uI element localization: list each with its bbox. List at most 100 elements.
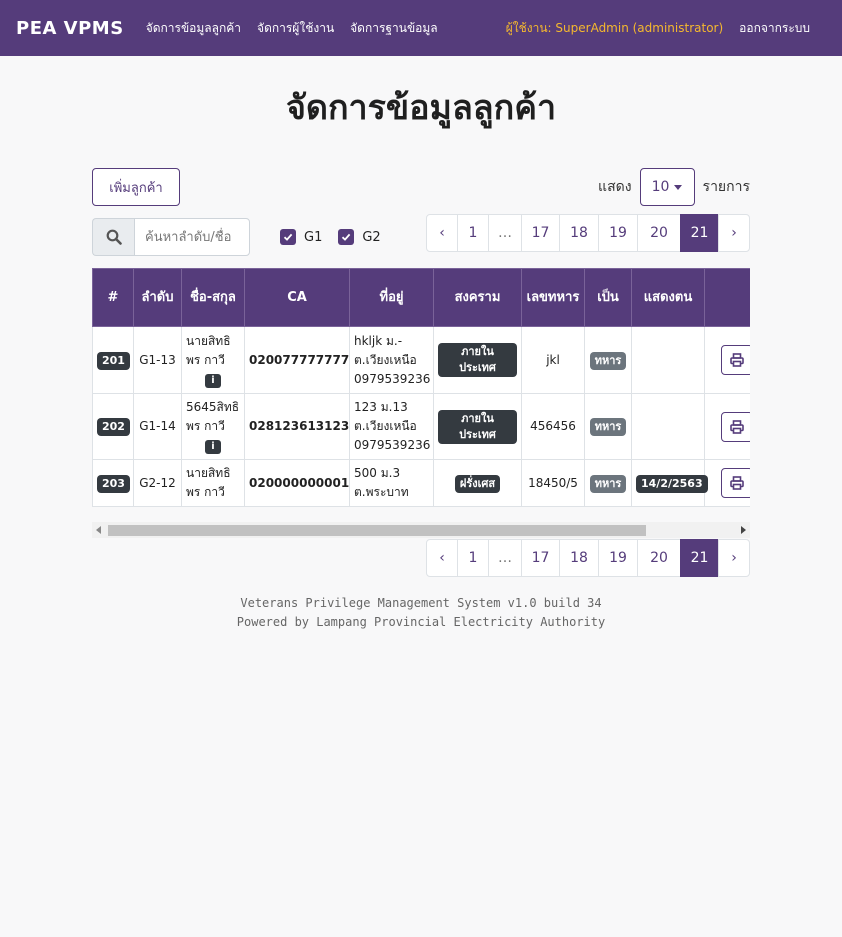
page-ellipsis: … <box>488 214 522 252</box>
show-label: แสดง <box>598 179 632 195</box>
page-size-select[interactable]: 10 <box>639 168 695 206</box>
row-type-badge: ทหาร <box>589 418 627 436</box>
row-name: นายสิทธิพร กาวี <box>181 459 245 507</box>
filter-g2[interactable]: G2 <box>338 229 381 245</box>
row-name: นายสิทธิพร กาวี <box>186 333 231 367</box>
page-18[interactable]: 18 <box>559 539 599 577</box>
page-20[interactable]: 20 <box>637 539 681 577</box>
col-header-name[interactable]: ชื่อ-สกุล <box>181 268 245 327</box>
col-header-soldier-no[interactable]: เลขทหาร <box>521 268 585 327</box>
page-title: จัดการข้อมูลลูกค้า <box>285 88 557 128</box>
page-prev[interactable]: ‹ <box>426 214 458 252</box>
info-icon[interactable]: i <box>205 440 221 454</box>
page-next[interactable]: › <box>718 214 750 252</box>
print-icon <box>730 353 744 367</box>
checkmark-icon <box>342 233 351 241</box>
row-address: 123 ม.13 ต.เวียงเหนือ 0979539236 <box>349 393 434 460</box>
col-header-type[interactable]: เป็น <box>584 268 632 327</box>
checkbox-g2[interactable] <box>338 229 355 245</box>
col-header-address[interactable]: ที่อยู่ <box>349 268 434 327</box>
row-soldier-no: 456456 <box>521 393 585 460</box>
table-row: 202 G1-14 5645สิทธิพร กาวี i 02812361312… <box>92 393 750 460</box>
row-index-badge: 201 <box>97 351 130 370</box>
scrollbar-thumb[interactable] <box>108 525 646 536</box>
col-header-order[interactable]: ลำดับ <box>133 268 182 327</box>
page-19[interactable]: 19 <box>598 214 638 252</box>
page-17[interactable]: 17 <box>521 214 560 252</box>
footer-version: Veterans Privilege Management System v1.… <box>240 596 602 610</box>
print-button[interactable] <box>721 468 750 498</box>
items-label: รายการ <box>702 179 750 195</box>
row-name: 5645สิทธิพร กาวี <box>186 400 240 433</box>
page-19[interactable]: 19 <box>598 539 638 577</box>
scroll-right-icon[interactable] <box>741 526 746 534</box>
nav-user-management[interactable]: จัดการผู้ใช้งาน <box>257 19 334 38</box>
page-1[interactable]: 1 <box>457 539 489 577</box>
row-war-badge: ภายในประเทศ <box>438 343 517 377</box>
row-soldier-no: 18450/5 <box>521 459 585 507</box>
filter-g1-label: G1 <box>304 229 323 245</box>
col-header-index[interactable]: # <box>92 268 134 327</box>
row-identity-date <box>631 326 705 394</box>
row-identity-date <box>631 393 705 460</box>
page-next[interactable]: › <box>718 539 750 577</box>
info-icon[interactable]: i <box>205 373 221 388</box>
page-size-control: แสดง 10 รายการ <box>598 168 750 206</box>
footer-powered-by: Powered by Lampang Provincial Electricit… <box>236 615 606 629</box>
row-identity-date-badge: 14/2/2563 <box>636 474 708 493</box>
page-17[interactable]: 17 <box>521 539 560 577</box>
customer-table-wrapper: # ลำดับ ชื่อ-สกุล CA ที่อยู่ สงคราม เลขท… <box>92 268 750 538</box>
brand-logo[interactable]: PEA VPMS <box>16 18 124 39</box>
row-ca: 020077777777 <box>244 326 350 394</box>
row-index-badge: 202 <box>97 418 130 436</box>
page-20[interactable]: 20 <box>637 214 681 252</box>
page-18[interactable]: 18 <box>559 214 599 252</box>
col-header-identity-date[interactable]: แสดงตน <box>631 268 705 327</box>
add-customer-button[interactable]: เพิ่มลูกค้า <box>92 168 180 206</box>
page-21[interactable]: 21 <box>680 214 719 252</box>
row-order: G1-14 <box>133 393 182 460</box>
row-type-badge: ทหาร <box>589 474 627 493</box>
col-header-ca[interactable]: CA <box>244 268 350 327</box>
row-order: G2-12 <box>133 459 182 507</box>
print-button[interactable] <box>721 411 750 442</box>
scroll-left-icon[interactable] <box>96 526 101 534</box>
table-row: 203 G2-12 นายสิทธิพร กาวี 020000000001 5… <box>92 459 750 507</box>
print-icon <box>730 476 744 490</box>
print-button[interactable] <box>721 345 750 375</box>
row-address: 500 ม.3 ต.พระบาท <box>349 459 434 507</box>
pagination-top: ‹ 1 … 17 18 19 20 21 › <box>426 214 750 252</box>
print-icon <box>730 419 744 434</box>
filter-g2-label: G2 <box>362 229 381 245</box>
row-name-cell: นายสิทธิพร กาวี i <box>181 326 245 394</box>
page-21[interactable]: 21 <box>680 539 719 577</box>
row-order: G1-13 <box>133 326 182 394</box>
customer-table: # ลำดับ ชื่อ-สกุล CA ที่อยู่ สงคราม เลขท… <box>92 268 750 507</box>
search-input[interactable] <box>134 218 250 256</box>
navbar: PEA VPMS จัดการข้อมูลลูกค้า จัดการผู้ใช้… <box>0 0 842 56</box>
page-prev[interactable]: ‹ <box>426 539 458 577</box>
filter-g1[interactable]: G1 <box>280 229 322 245</box>
page-ellipsis: … <box>488 539 522 577</box>
row-index-badge: 203 <box>97 474 130 493</box>
checkmark-icon <box>283 233 293 241</box>
logout-link[interactable]: ออกจากระบบ <box>739 19 810 38</box>
row-name-cell: 5645สิทธิพร กาวี i <box>181 393 245 460</box>
search-group <box>92 218 250 256</box>
row-war-badge: ภายในประเทศ <box>438 409 517 444</box>
row-war-badge: ฝรั่งเศส <box>454 474 501 493</box>
chevron-down-icon <box>674 184 683 190</box>
nav-customer-management[interactable]: จัดการข้อมูลลูกค้า <box>146 19 241 38</box>
page-1[interactable]: 1 <box>457 214 489 252</box>
checkbox-g1[interactable] <box>280 229 296 245</box>
col-header-war[interactable]: สงคราม <box>433 268 522 327</box>
search-button[interactable] <box>92 218 134 256</box>
horizontal-scrollbar[interactable] <box>92 522 750 538</box>
footer: Veterans Privilege Management System v1.… <box>0 594 842 632</box>
nav-database-management[interactable]: จัดการฐานข้อมูล <box>350 19 438 38</box>
page-size-value: 10 <box>651 179 670 195</box>
table-row: 201 G1-13 นายสิทธิพร กาวี i 020077777777… <box>92 326 750 394</box>
row-address: hkljk ม.- ต.เวียงเหนือ 0979539236 <box>349 326 434 394</box>
current-user[interactable]: ผู้ใช้งาน: SuperAdmin (administrator) <box>506 19 723 38</box>
search-icon <box>106 229 122 245</box>
